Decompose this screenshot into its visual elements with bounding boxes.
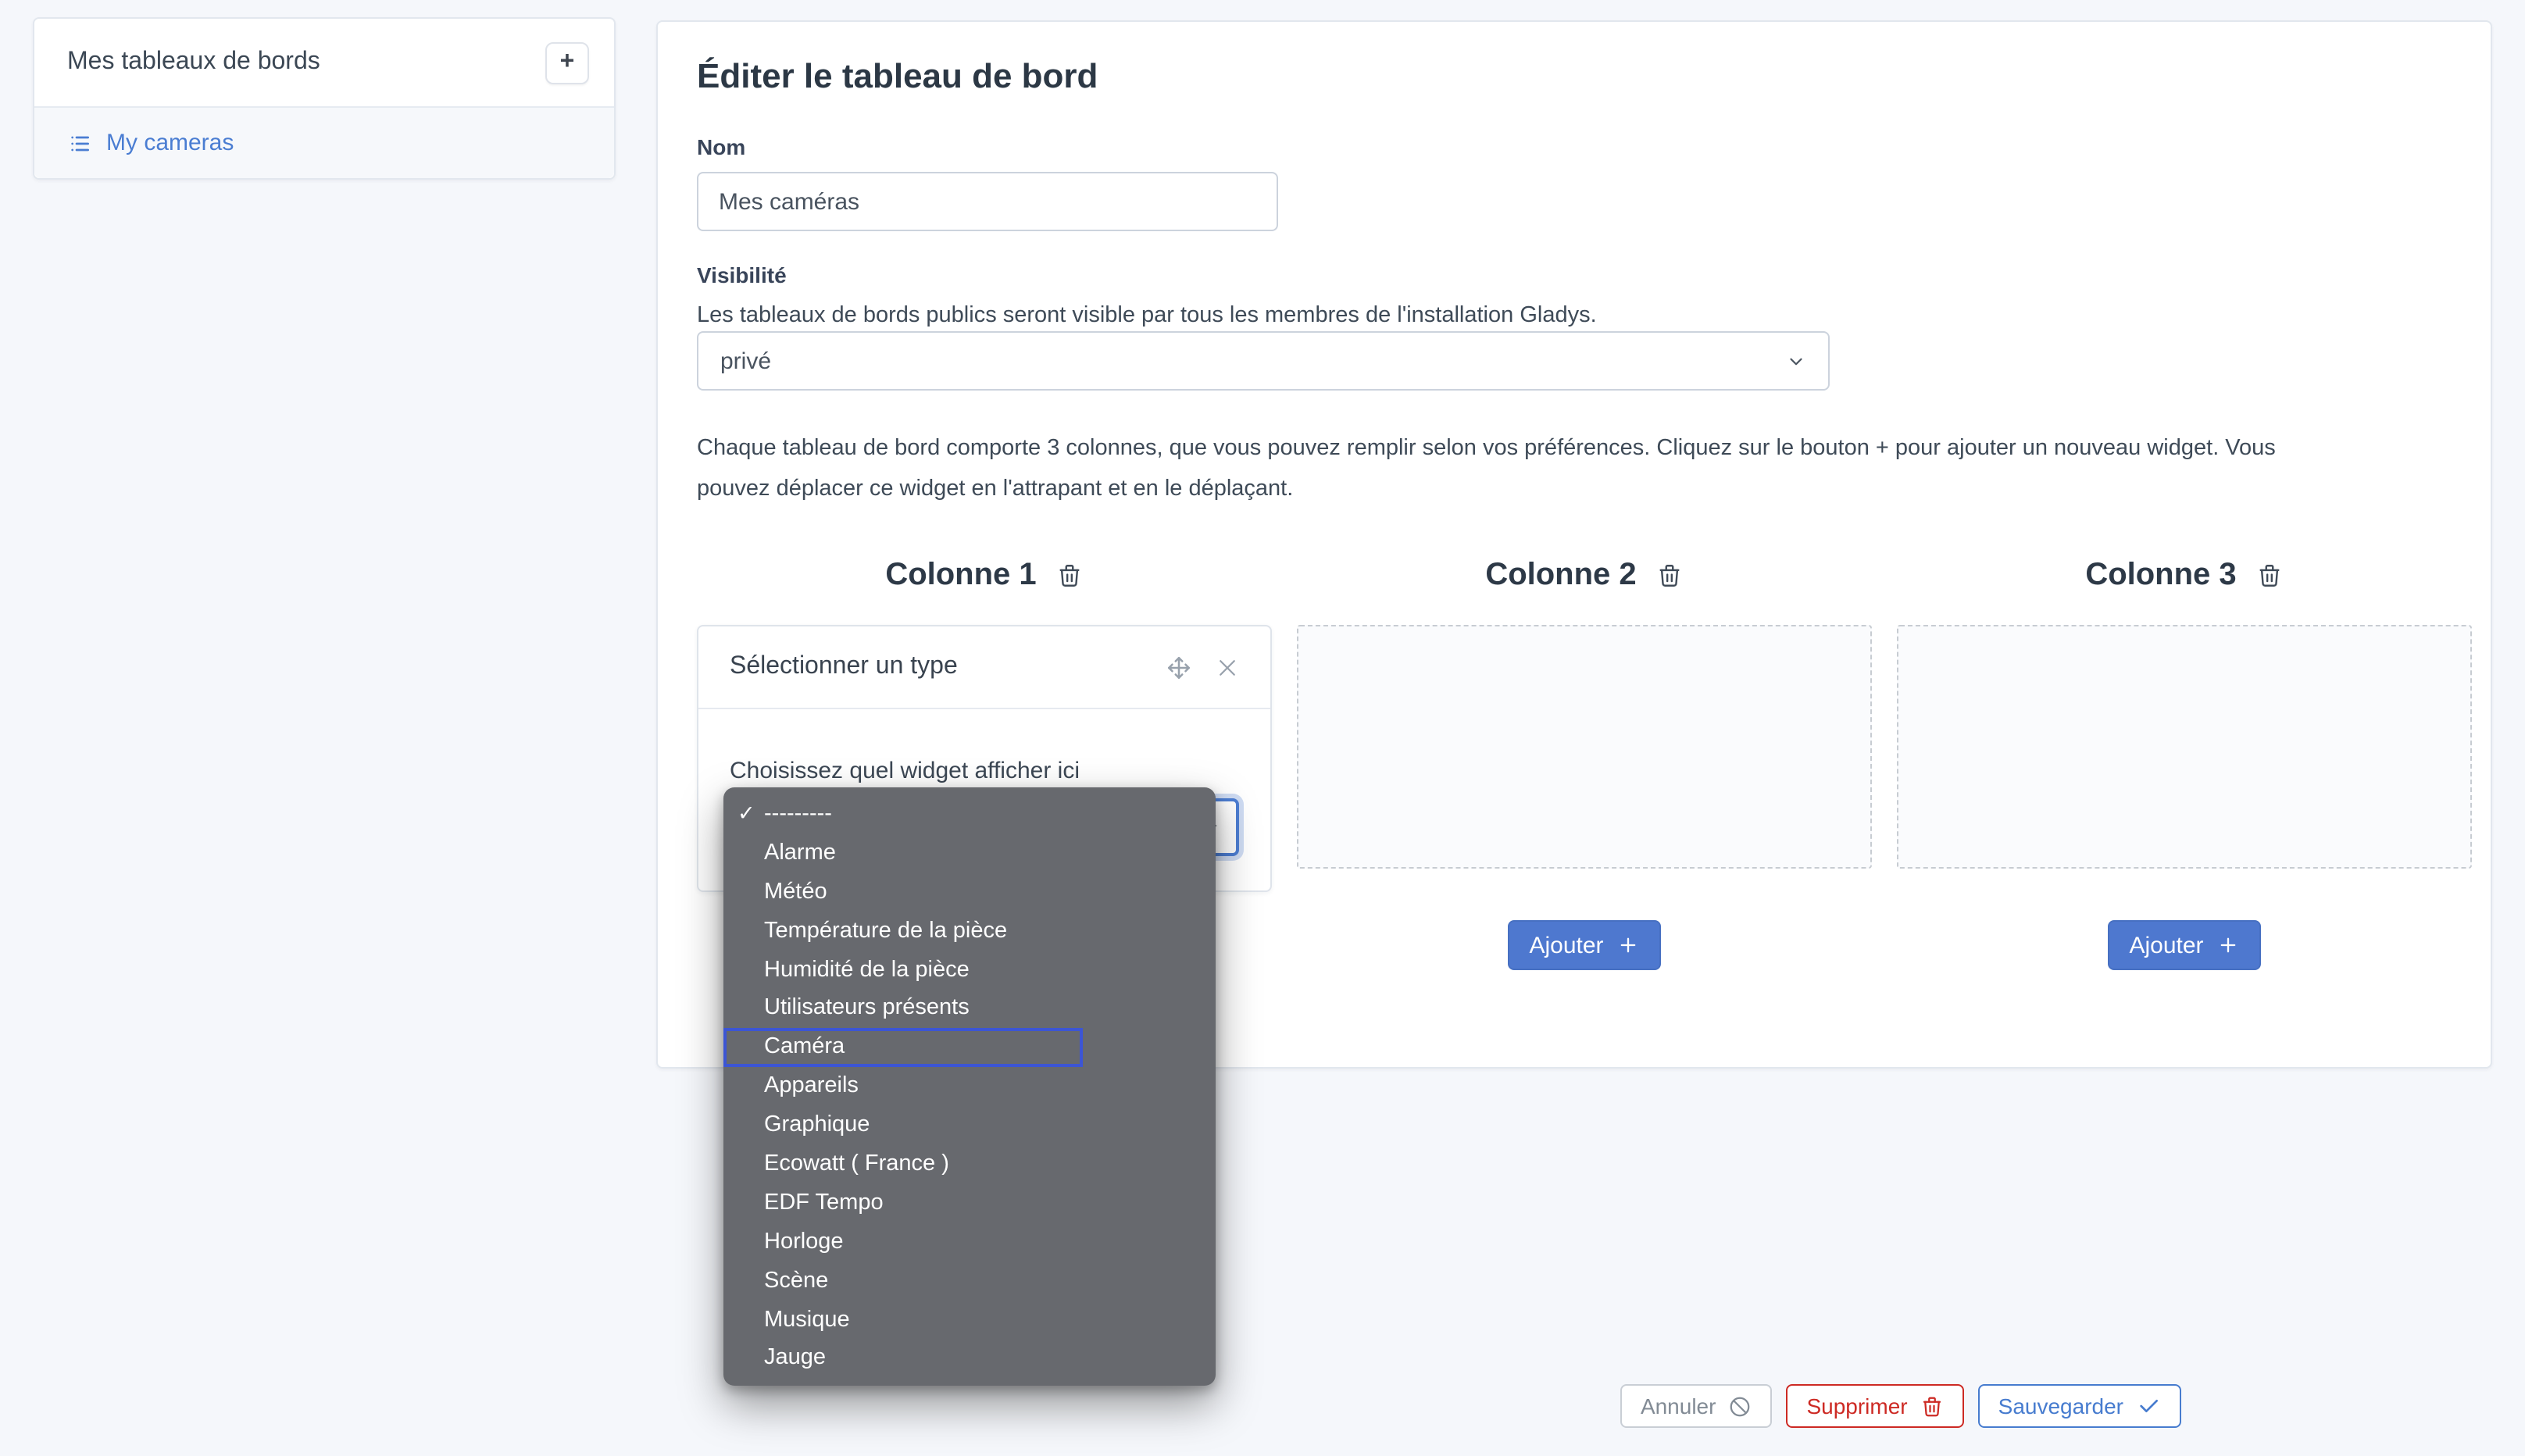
columns-description: Chaque tableau de bord comporte 3 colonn… bbox=[697, 428, 2330, 509]
plus-icon bbox=[1618, 934, 1640, 956]
dropdown-option[interactable]: Humidité de la pièce bbox=[723, 951, 1216, 990]
cancel-button[interactable]: Annuler bbox=[1620, 1384, 1773, 1428]
trash-icon[interactable] bbox=[2257, 562, 2284, 588]
name-label: Nom bbox=[697, 134, 2469, 161]
sidebar-title: Mes tableaux de bords bbox=[67, 48, 320, 77]
visibility-help: Les tableaux de bords publics seront vis… bbox=[697, 300, 2469, 331]
sidebar-item-label: My cameras bbox=[106, 130, 234, 156]
visibility-select[interactable]: privé bbox=[697, 331, 1830, 391]
delete-button[interactable]: Supprimer bbox=[1786, 1384, 1963, 1428]
dropdown-option[interactable]: EDF Tempo bbox=[723, 1184, 1216, 1223]
column-1-title: Colonne 1 bbox=[885, 557, 1036, 593]
dropdown-option[interactable]: Scène bbox=[723, 1262, 1216, 1301]
trash-icon[interactable] bbox=[1057, 562, 1084, 588]
add-widget-button[interactable]: Ajouter bbox=[2107, 920, 2261, 970]
widget-type-label: Choisissez quel widget afficher ici bbox=[730, 756, 1239, 786]
save-button[interactable]: Sauvegarder bbox=[1978, 1384, 2181, 1428]
column-2: Colonne 2 Ajouter bbox=[1297, 556, 1872, 970]
dropdown-option[interactable]: Musique bbox=[723, 1301, 1216, 1340]
dropdown-option[interactable]: Météo bbox=[723, 873, 1216, 912]
sidebar-item-my-cameras[interactable]: My cameras bbox=[34, 106, 614, 178]
column-1-header: Colonne 1 bbox=[697, 556, 1272, 594]
dropdown-option[interactable]: Ecowatt ( France ) bbox=[723, 1145, 1216, 1184]
column-3-title: Colonne 3 bbox=[2085, 557, 2236, 593]
page: Mes tableaux de bords + My cameras Édite… bbox=[0, 0, 2525, 1456]
page-title: Éditer le tableau de bord bbox=[697, 56, 2469, 97]
widget-card-header: Sélectionner un type bbox=[698, 626, 1270, 709]
widget-type-dropdown: ✓ --------- Alarme Météo Température de … bbox=[723, 787, 1216, 1386]
list-icon bbox=[67, 130, 92, 155]
widget-dropzone bbox=[1897, 625, 2472, 869]
dropdown-option-focused[interactable]: Caméra bbox=[723, 1029, 1083, 1068]
trash-icon bbox=[1920, 1394, 1944, 1418]
dropdown-option[interactable]: Appareils bbox=[723, 1067, 1216, 1106]
widget-dropzone bbox=[1297, 625, 1872, 869]
chevron-down-icon bbox=[1786, 351, 1806, 371]
add-dashboard-button[interactable]: + bbox=[545, 41, 589, 84]
visibility-select-value: privé bbox=[720, 348, 771, 374]
name-input[interactable] bbox=[697, 172, 1278, 231]
dropdown-option[interactable]: ✓ --------- bbox=[723, 795, 1216, 834]
checkmark-icon: ✓ bbox=[738, 795, 755, 834]
column-3: Colonne 3 Ajouter bbox=[1897, 556, 2472, 970]
footer-actions: Annuler Supprimer Sauvegarder bbox=[0, 1384, 2181, 1428]
close-icon[interactable] bbox=[1216, 655, 1239, 679]
plus-icon bbox=[2218, 934, 2240, 956]
dropdown-option[interactable]: Graphique bbox=[723, 1106, 1216, 1145]
plus-icon: + bbox=[560, 48, 575, 77]
add-widget-button[interactable]: Ajouter bbox=[1507, 920, 1661, 970]
trash-icon[interactable] bbox=[1657, 562, 1684, 588]
move-icon[interactable] bbox=[1166, 654, 1192, 680]
check-icon bbox=[2136, 1394, 2161, 1419]
column-3-header: Colonne 3 bbox=[1897, 556, 2472, 594]
dropdown-option[interactable]: Température de la pièce bbox=[723, 912, 1216, 951]
sidebar-header: Mes tableaux de bords + bbox=[34, 19, 614, 106]
dropdown-option[interactable]: Alarme bbox=[723, 834, 1216, 873]
dropdown-option[interactable]: Utilisateurs présents bbox=[723, 990, 1216, 1029]
widget-card-title: Sélectionner un type bbox=[730, 653, 958, 681]
ban-icon bbox=[1728, 1394, 1752, 1418]
visibility-label: Visibilité bbox=[697, 262, 2469, 289]
column-2-header: Colonne 2 bbox=[1297, 556, 1872, 594]
dropdown-option[interactable]: Jauge bbox=[723, 1340, 1216, 1379]
dropdown-option[interactable]: Horloge bbox=[723, 1223, 1216, 1262]
column-2-title: Colonne 2 bbox=[1485, 557, 1636, 593]
dashboards-sidebar: Mes tableaux de bords + My cameras bbox=[33, 17, 616, 180]
